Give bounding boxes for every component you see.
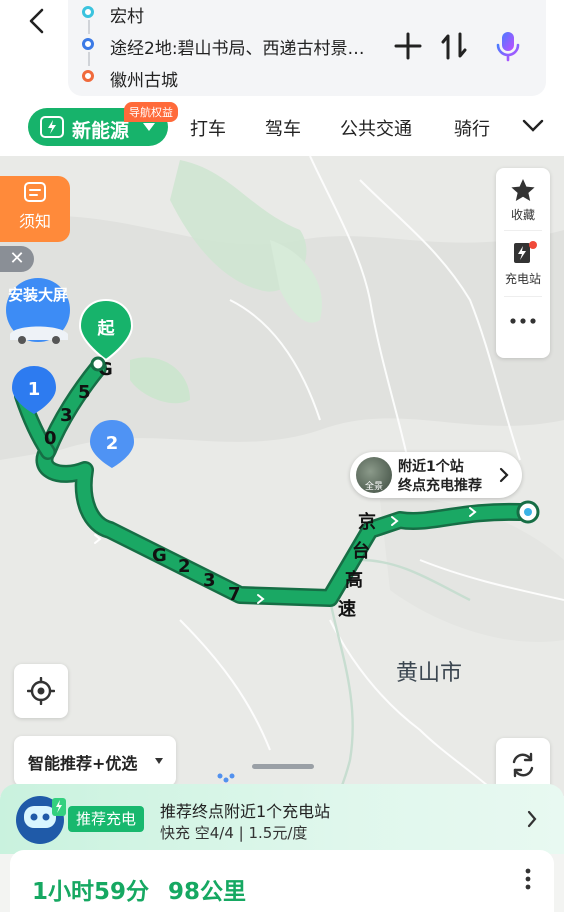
install-big-screen-button[interactable]: 安装大屏 (2, 278, 74, 350)
tab-taxi[interactable]: 打车 (190, 115, 226, 141)
tab-public-transit[interactable]: 公共交通 (340, 115, 412, 141)
notice-label: 须知 (18, 212, 51, 231)
drag-handle[interactable] (252, 764, 314, 769)
crosshair-icon (27, 677, 55, 705)
route-editor[interactable]: 宏村 途经2地:碧山书局、西递古村景… 徽州古城 (68, 0, 546, 96)
panorama-label: 全景 (364, 482, 383, 492)
close-icon: ✕ (9, 248, 25, 269)
tab-cycling[interactable]: 骑行 (454, 115, 490, 141)
city-label: 黄山市 (396, 661, 462, 686)
tab-new-energy[interactable]: 新能源 导航权益 (28, 102, 178, 146)
route-summary-card[interactable]: 1小时59分 98公里 (10, 850, 554, 912)
svg-text:速: 速 (338, 598, 356, 620)
end-marker[interactable] (516, 500, 540, 524)
notice-button[interactable]: 须知 (0, 176, 70, 242)
start-location[interactable]: 宏村 (110, 2, 144, 27)
refresh-icon (512, 752, 534, 778)
svg-text:京: 京 (358, 511, 376, 533)
end-dot-icon (82, 70, 94, 82)
svg-text:2: 2 (106, 433, 119, 454)
smart-recommend-label: 智能推荐+优选 (28, 754, 138, 773)
charging-panel-detail: 快充 空4/4 | 1.5元/度 (160, 824, 308, 842)
route-duration: 1小时59分 (32, 879, 150, 905)
end-location[interactable]: 徽州古城 (110, 66, 178, 91)
close-banner-button[interactable]: ✕ (0, 246, 34, 272)
end-charging-recommendation[interactable]: 全景 附近1个站 终点充电推荐 (350, 452, 522, 498)
robot-mascot-icon (16, 796, 66, 844)
favorite-label[interactable]: 收藏 (496, 206, 550, 223)
add-waypoint-icon[interactable] (390, 28, 426, 64)
waypoint-dot-icon (82, 38, 94, 50)
waypoints-summary[interactable]: 途经2地:碧山书局、西递古村景… (110, 34, 365, 59)
svg-text:3: 3 (203, 570, 216, 591)
smart-recommend-button[interactable]: 智能推荐+优选 (14, 736, 176, 786)
svg-text:1: 1 (28, 379, 41, 400)
chevron-right-icon (527, 810, 537, 828)
charge-bubble-count: 附近1个站 (398, 459, 464, 475)
route-header: 宏村 途经2地:碧山书局、西递古村景… 徽州古城 (0, 0, 564, 100)
route-distance: 98公里 (168, 879, 247, 905)
road-label-g237: G (152, 545, 167, 566)
route-connector (88, 52, 90, 66)
map-side-toolbar: 收藏 充电站 (496, 168, 550, 358)
tab-drive[interactable]: 驾车 (265, 115, 301, 141)
voice-input-icon[interactable] (490, 28, 526, 64)
svg-text:7: 7 (228, 584, 241, 605)
divider (504, 230, 542, 231)
divider (504, 296, 542, 297)
charging-panel-title: 推荐终点附近1个充电站 (160, 802, 331, 821)
svg-text:0: 0 (44, 428, 57, 449)
more-options-icon[interactable] (508, 316, 538, 326)
charging-station-label[interactable]: 充电站 (496, 270, 550, 287)
svg-text:起: 起 (97, 318, 116, 339)
recommend-charging-tag: 推荐充电 (68, 806, 145, 832)
start-dot-icon (82, 6, 94, 18)
chevron-right-icon (499, 467, 509, 483)
more-modes-chevron-icon[interactable] (522, 118, 544, 134)
tab-new-energy-label: 新能源 (72, 120, 130, 142)
swap-route-icon[interactable] (436, 28, 472, 64)
more-vertical-icon[interactable] (524, 868, 532, 890)
charging-station-icon[interactable] (511, 240, 537, 266)
svg-text:台: 台 (352, 540, 370, 562)
dropdown-triangle-icon (143, 123, 155, 131)
dropdown-triangle-icon (155, 758, 163, 764)
nav-benefits-badge: 导航权益 (124, 102, 178, 122)
notice-icon (24, 182, 46, 202)
back-arrow-icon[interactable] (22, 6, 52, 36)
svg-text:5: 5 (78, 382, 91, 403)
star-icon[interactable] (510, 178, 536, 202)
route-map[interactable]: G 530 G 237 京台高速 黄山市 起 1 2 全景 附近1个站 终点充电… (0, 156, 564, 796)
install-big-screen-label: 安装大屏 (7, 286, 68, 304)
transport-mode-tabs: 新能源 导航权益 打车 驾车 公共交通 骑行 (0, 100, 564, 156)
route-connector (88, 20, 90, 34)
svg-text:2: 2 (178, 556, 191, 577)
svg-text:3: 3 (60, 405, 73, 426)
charge-bubble-caption: 终点充电推荐 (398, 478, 482, 494)
panorama-thumbnail: 全景 (356, 457, 392, 493)
charging-recommendation-panel[interactable]: 推荐充电 推荐终点附近1个充电站 快充 空4/4 | 1.5元/度 (0, 784, 564, 854)
locate-me-button[interactable] (14, 664, 68, 718)
svg-text:高: 高 (345, 569, 363, 591)
ev-charging-icon (40, 116, 64, 138)
